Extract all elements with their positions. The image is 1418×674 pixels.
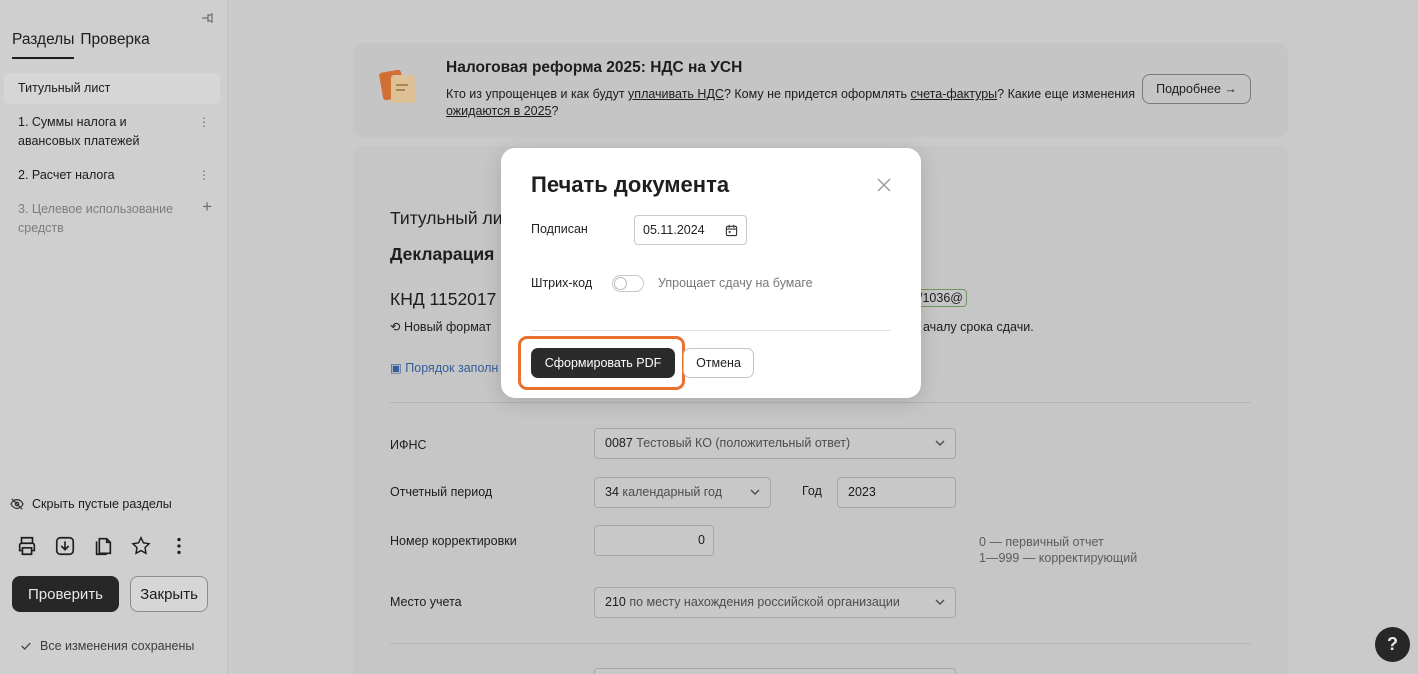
signed-date-input[interactable]: 05.11.2024 bbox=[634, 215, 747, 245]
generate-pdf-button[interactable]: Сформировать PDF bbox=[531, 348, 675, 378]
barcode-toggle[interactable] bbox=[612, 275, 644, 292]
print-dialog: Печать документа Подписан 05.11.2024 Штр… bbox=[501, 148, 921, 398]
cancel-button[interactable]: Отмена bbox=[683, 348, 754, 378]
signed-label: Подписан bbox=[531, 222, 588, 236]
close-icon[interactable] bbox=[877, 178, 891, 192]
calendar-icon[interactable] bbox=[725, 224, 738, 237]
barcode-label: Штрих-код bbox=[531, 276, 593, 290]
barcode-hint: Упрощает сдачу на бумаге bbox=[658, 276, 813, 290]
dialog-divider bbox=[531, 330, 891, 331]
toggle-knob bbox=[614, 277, 627, 290]
signed-date-value: 05.11.2024 bbox=[643, 223, 705, 237]
dialog-title: Печать документа bbox=[531, 172, 730, 197]
